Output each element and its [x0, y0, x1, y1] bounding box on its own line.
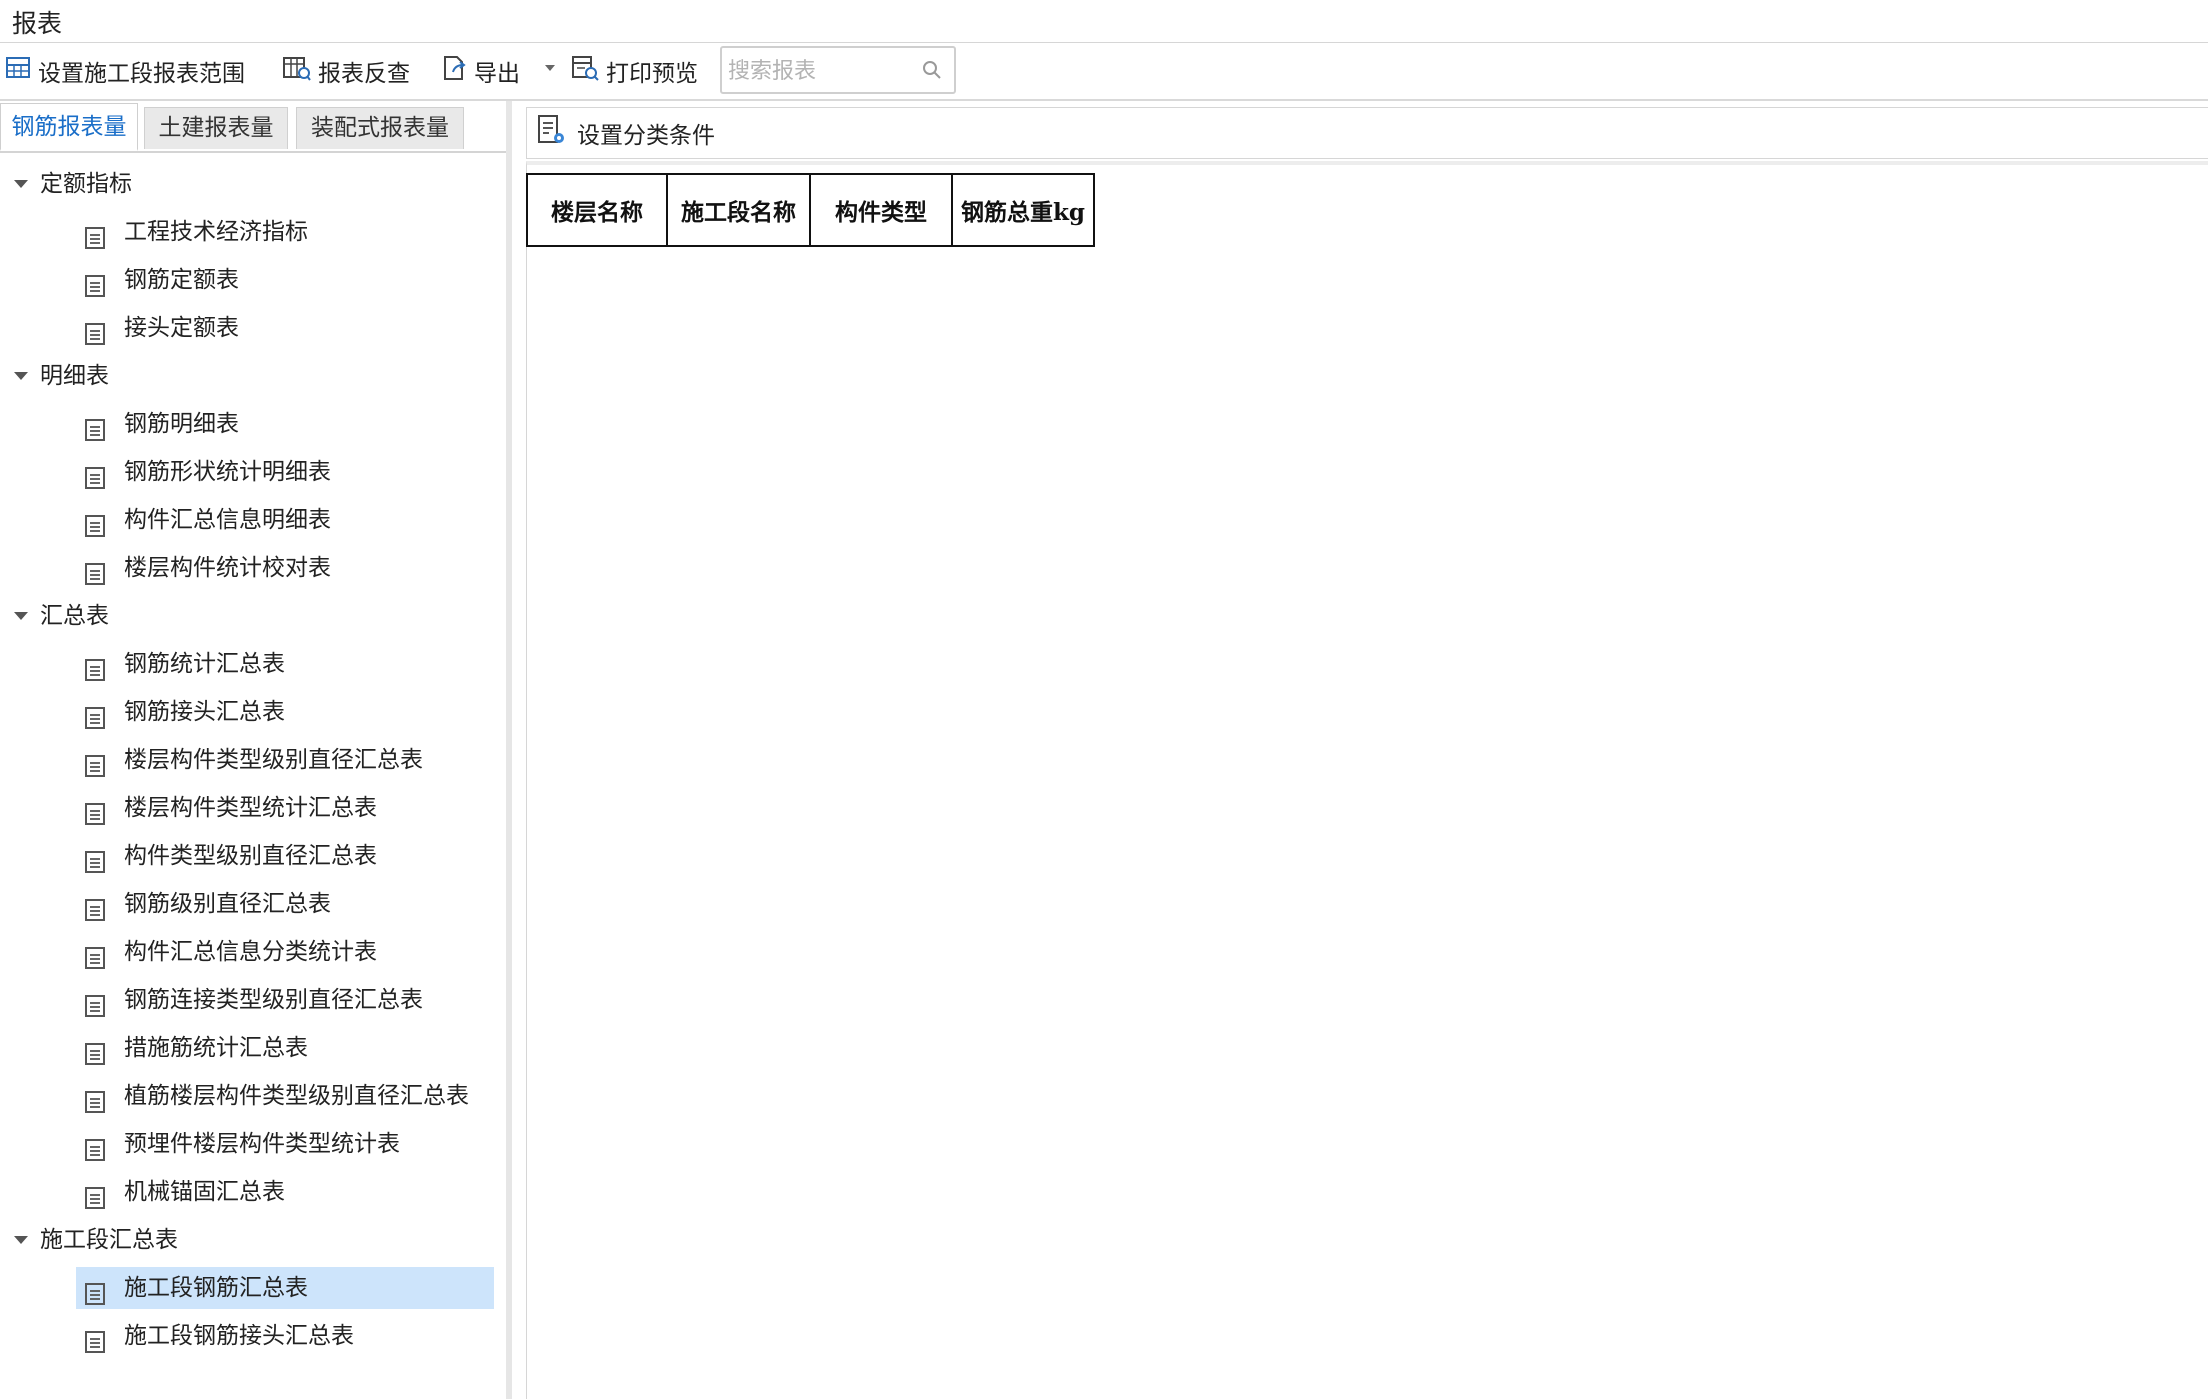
table-search-icon — [282, 54, 318, 88]
reverse-check-label: 报表反查 — [318, 61, 410, 87]
print-preview-icon — [570, 54, 606, 88]
tree-item[interactable]: 构件汇总信息分类统计表 — [76, 931, 494, 973]
report-content: 楼层名称 施工段名称 构件类型 钢筋总重kg — [526, 161, 2208, 1399]
document-icon — [84, 269, 106, 311]
tree-item[interactable]: 接头定额表 — [76, 307, 494, 349]
tree-item[interactable]: 楼层构件类型统计汇总表 — [76, 787, 494, 829]
tab-rebar-report[interactable]: 钢筋报表量 — [0, 103, 138, 151]
tree-item[interactable]: 植筋楼层构件类型级别直径汇总表 — [76, 1075, 494, 1117]
document-icon — [84, 989, 106, 1031]
document-icon — [84, 1037, 106, 1079]
report-toolbar: 设置分类条件 — [526, 107, 2208, 159]
tree-item[interactable]: 钢筋级别直径汇总表 — [76, 883, 494, 925]
tab-civil-report[interactable]: 土建报表量 — [144, 107, 288, 149]
tree-item[interactable]: 钢筋接头汇总表 — [76, 691, 494, 733]
title-bar: 报表 — [0, 0, 2208, 43]
report-table: 楼层名称 施工段名称 构件类型 钢筋总重kg — [526, 173, 1095, 247]
tree-item[interactable]: 钢筋连接类型级别直径汇总表 — [76, 979, 494, 1021]
expand-arrow-icon[interactable] — [14, 372, 28, 380]
document-icon — [84, 1325, 106, 1367]
tree-item[interactable]: 预埋件楼层构件类型统计表 — [76, 1123, 494, 1165]
export-icon — [440, 54, 474, 88]
document-icon — [84, 749, 106, 791]
print-preview-label: 打印预览 — [606, 61, 698, 87]
chevron-down-icon[interactable] — [545, 65, 555, 71]
report-viewer: 设置分类条件 楼层名称 施工段名称 构件类型 钢筋总重kg — [518, 101, 2208, 1399]
document-icon — [84, 461, 106, 503]
column-header-rebar-weight[interactable]: 钢筋总重kg — [951, 173, 1095, 247]
tree-item[interactable]: 机械锚固汇总表 — [76, 1171, 494, 1213]
tree-item[interactable]: 钢筋明细表 — [76, 403, 494, 445]
document-icon — [84, 317, 106, 359]
set-filter-label: 设置分类条件 — [577, 123, 715, 149]
filter-settings-icon — [537, 114, 577, 152]
document-icon — [84, 1085, 106, 1127]
document-icon — [84, 1133, 106, 1175]
report-navigator: 钢筋报表量 土建报表量 装配式报表量 定额指标 工程技术经济指标 钢筋定额表 接… — [0, 101, 512, 1399]
tree-item[interactable]: 构件汇总信息明细表 — [76, 499, 494, 541]
grid-settings-icon — [4, 54, 38, 88]
tree-item[interactable]: 工程技术经济指标 — [76, 211, 494, 253]
window-title: 报表 — [12, 9, 63, 38]
export-label: 导出 — [474, 61, 520, 87]
set-range-label: 设置施工段报表范围 — [38, 61, 245, 87]
search-input[interactable] — [726, 54, 920, 88]
document-icon — [84, 509, 106, 551]
expand-arrow-icon[interactable] — [14, 1236, 28, 1244]
print-preview-button[interactable]: 打印预览 — [570, 53, 698, 89]
reverse-check-button[interactable]: 报表反查 — [282, 53, 410, 89]
document-icon — [84, 413, 106, 455]
expand-arrow-icon[interactable] — [14, 612, 28, 620]
set-filter-button[interactable]: 设置分类条件 — [537, 114, 715, 152]
document-icon — [84, 557, 106, 599]
tree-item[interactable]: 钢筋统计汇总表 — [76, 643, 494, 685]
document-icon — [84, 941, 106, 983]
column-header-section-name[interactable]: 施工段名称 — [666, 173, 811, 247]
set-range-button[interactable]: 设置施工段报表范围 — [4, 53, 245, 89]
tree-item-selected[interactable]: 施工段钢筋汇总表 — [76, 1267, 494, 1309]
document-icon — [84, 653, 106, 695]
document-icon — [84, 1277, 106, 1319]
search-box — [720, 46, 956, 94]
document-icon — [84, 845, 106, 887]
document-icon — [84, 893, 106, 935]
toolbar: 设置施工段报表范围 报表反查 导出 打印预览 — [0, 43, 2208, 101]
tree-item[interactable]: 措施筋统计汇总表 — [76, 1027, 494, 1069]
document-icon — [84, 1181, 106, 1223]
table-header-row: 楼层名称 施工段名称 构件类型 钢筋总重kg — [526, 173, 1095, 247]
tree-item[interactable]: 施工段钢筋接头汇总表 — [76, 1315, 494, 1357]
tab-prefab-report[interactable]: 装配式报表量 — [296, 107, 464, 149]
search-icon[interactable] — [922, 60, 942, 84]
tree-item[interactable]: 楼层构件类型级别直径汇总表 — [76, 739, 494, 781]
column-header-floor-name[interactable]: 楼层名称 — [526, 173, 668, 247]
tree-item[interactable]: 钢筋定额表 — [76, 259, 494, 301]
export-button[interactable]: 导出 — [440, 53, 520, 89]
tree-item[interactable]: 构件类型级别直径汇总表 — [76, 835, 494, 877]
column-header-component-type[interactable]: 构件类型 — [809, 173, 953, 247]
tree-item[interactable]: 钢筋形状统计明细表 — [76, 451, 494, 493]
expand-arrow-icon[interactable] — [14, 180, 28, 188]
document-icon — [84, 701, 106, 743]
tree-item[interactable]: 楼层构件统计校对表 — [76, 547, 494, 589]
document-icon — [84, 797, 106, 839]
document-icon — [84, 221, 106, 263]
report-tabs: 钢筋报表量 土建报表量 装配式报表量 — [0, 101, 506, 153]
